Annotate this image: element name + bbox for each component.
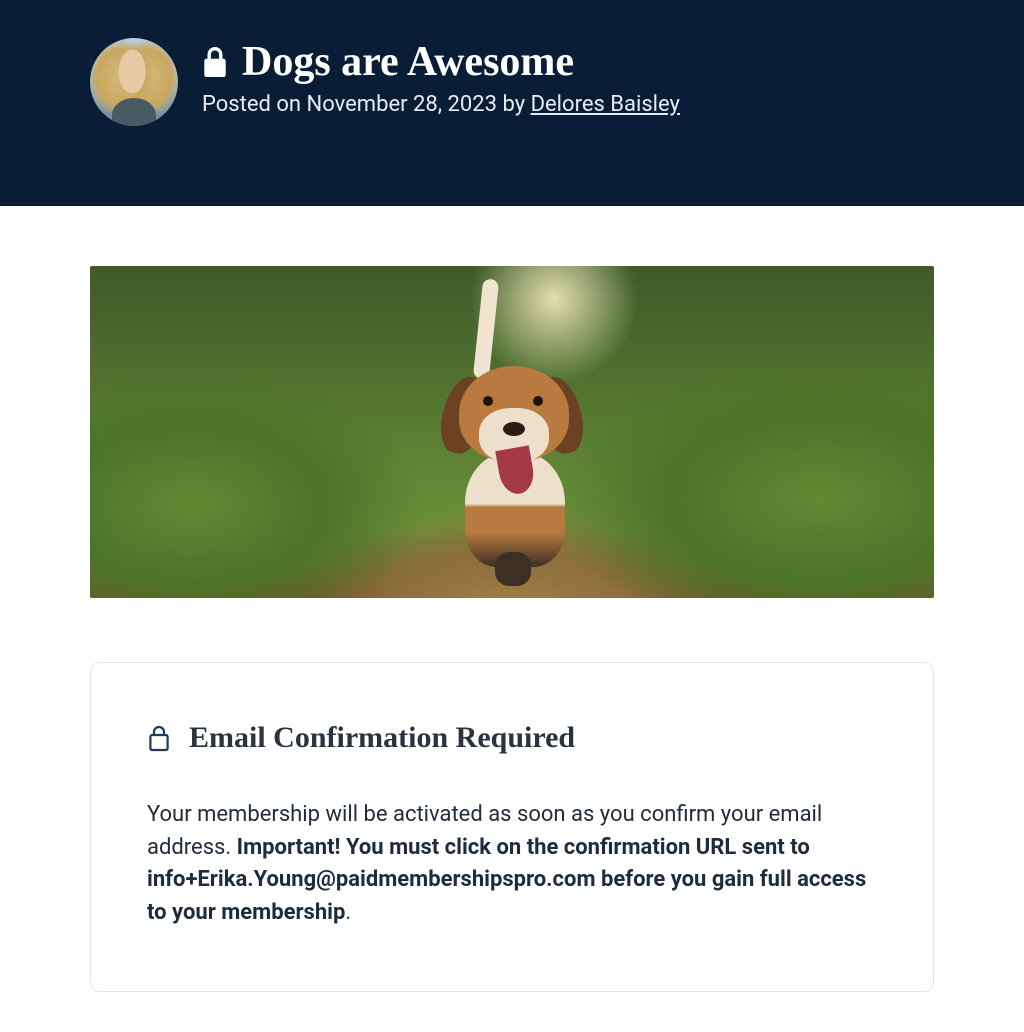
notice-body: Your membership will be activated as soo…: [147, 799, 877, 929]
meta-by: by: [497, 92, 531, 117]
title-line: Dogs are Awesome: [202, 38, 680, 86]
notice-body-important: Important! You must click on the confirm…: [147, 835, 866, 925]
notice-card: Email Confirmation Required Your members…: [90, 662, 934, 992]
lock-icon: [202, 47, 228, 77]
post-meta: Posted on November 28, 2023 by Delores B…: [202, 92, 680, 117]
content-area: Email Confirmation Required Your members…: [0, 206, 1024, 1032]
post-header: Dogs are Awesome Posted on November 28, …: [0, 0, 1024, 206]
title-wrap: Dogs are Awesome Posted on November 28, …: [202, 38, 680, 117]
notice-head: Email Confirmation Required: [147, 721, 877, 755]
author-link[interactable]: Delores Baisley: [531, 92, 680, 117]
notice-body-period: .: [345, 900, 351, 925]
meta-prefix: Posted on: [202, 92, 307, 117]
post-date: November 28, 2023: [307, 92, 497, 117]
post-title: Dogs are Awesome: [242, 38, 574, 86]
notice-title: Email Confirmation Required: [189, 721, 575, 755]
featured-image: [90, 266, 934, 598]
lock-outline-icon: [147, 724, 171, 752]
author-avatar[interactable]: [90, 38, 178, 126]
